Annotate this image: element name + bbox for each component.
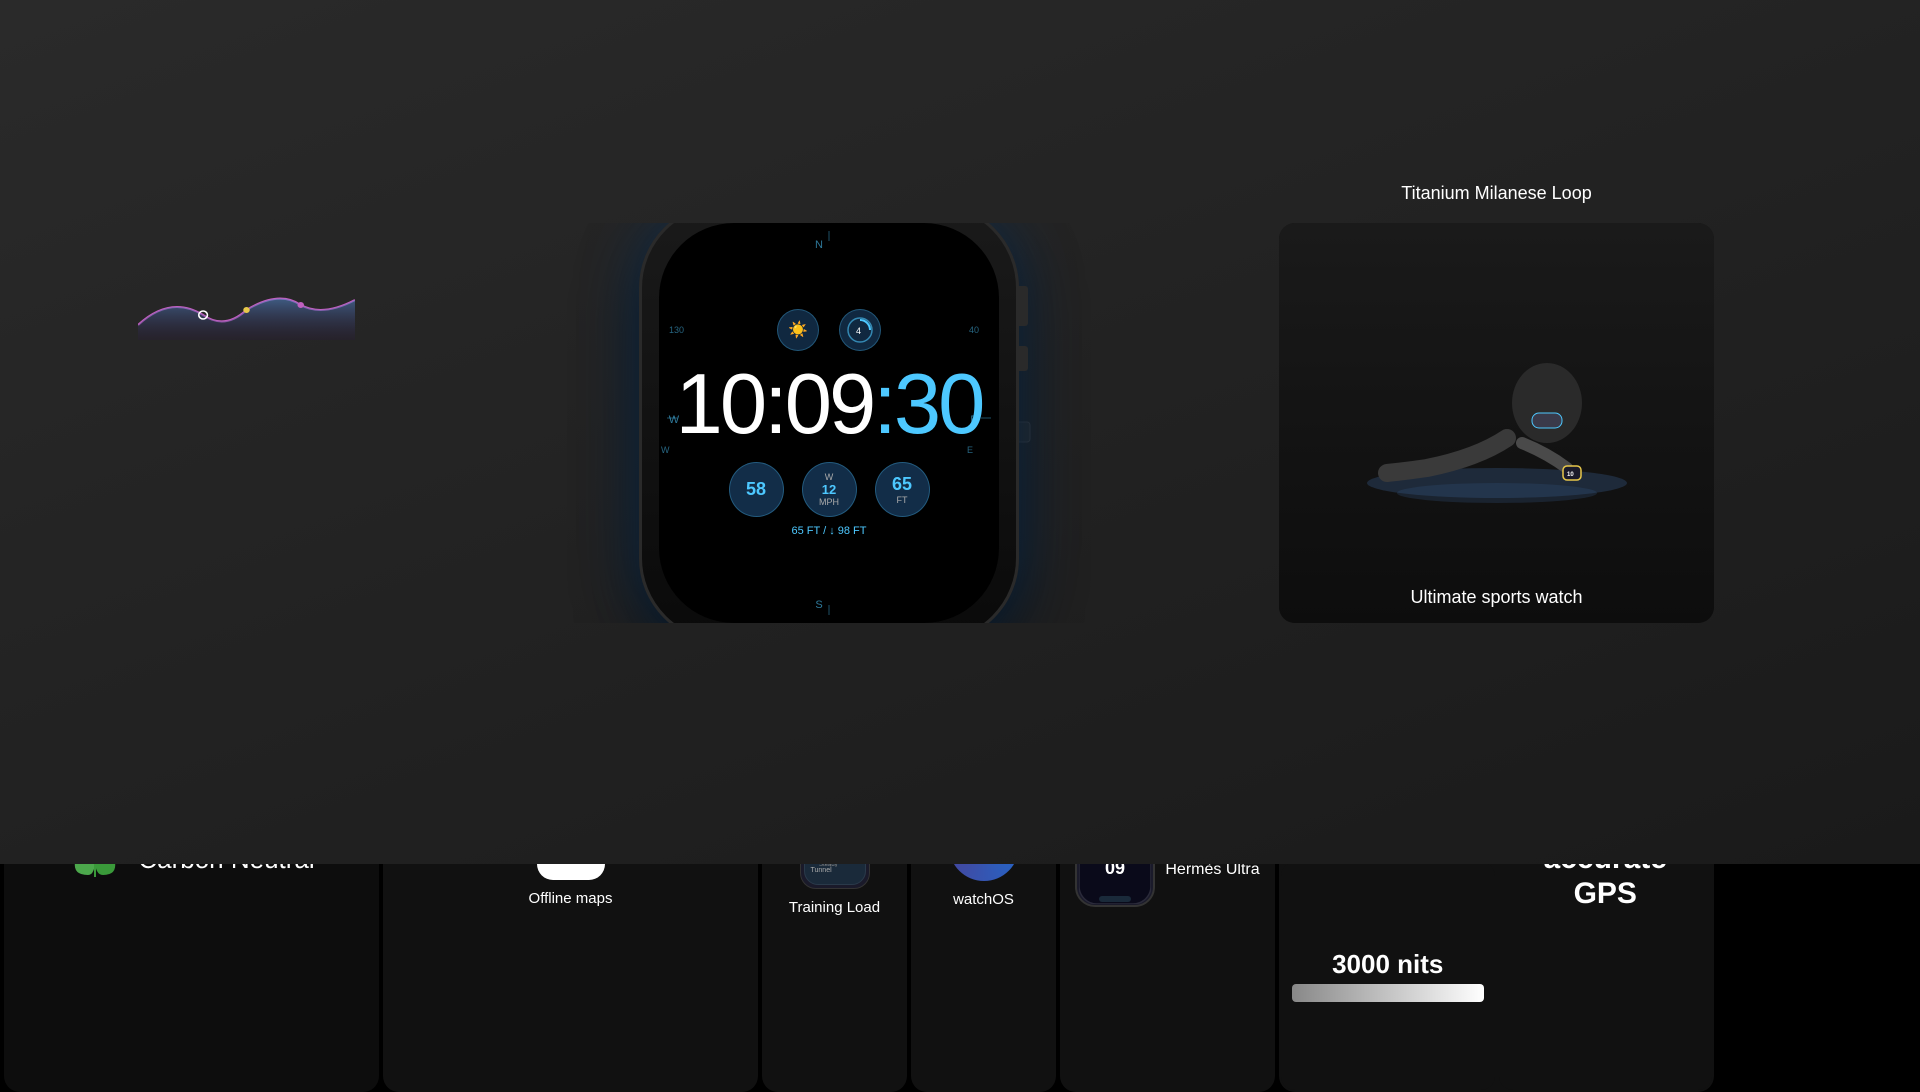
- comp-65ft-unit: FT: [897, 495, 908, 505]
- nits-bar: [1292, 984, 1484, 1002]
- watch-button: [1016, 346, 1028, 371]
- training-load-label: Training Load: [789, 899, 880, 916]
- nits-cell: 3000 nits: [1281, 862, 1495, 1091]
- watch-outer-shell: N E S W 130 W E: [639, 223, 1019, 623]
- comp-wind-label: W: [825, 472, 834, 482]
- swimmer-svg: 10: [1347, 283, 1647, 563]
- svg-text:10: 10: [1567, 472, 1574, 478]
- watch-depth: 65 FT / ↓ 98 FT: [792, 525, 867, 537]
- watch-seconds: :30: [873, 356, 982, 454]
- watch-crown: [1016, 286, 1028, 326]
- svg-text:W: W: [661, 445, 670, 455]
- tides-chart: [138, 285, 355, 340]
- comp-65ft: 65 FT: [875, 462, 930, 517]
- milanese-loop-cell: Titanium Milanese Loop: [1279, 4, 1714, 219]
- tides-chart-svg: [138, 285, 355, 340]
- bottom-complications: 58 W 12 MPH 65 FT: [729, 462, 930, 517]
- svg-text:40: 40: [969, 325, 979, 335]
- comp-65ft-val: 65: [892, 474, 912, 495]
- watchos-label: watchOS: [953, 891, 1014, 908]
- svg-text:S: S: [815, 599, 822, 611]
- swimmer-cell: 10 Ultimate sports watch: [1279, 223, 1714, 623]
- svg-text:130: 130: [669, 325, 684, 335]
- comp-wind-val: 12: [822, 482, 836, 497]
- training-label-mini: Tunnel: [811, 867, 859, 874]
- comp-dial: 4: [839, 309, 881, 351]
- comp-wind-unit: MPH: [819, 497, 839, 507]
- watch-main-time: 10:09: [676, 367, 874, 444]
- swimmer-title: Ultimate sports watch: [1410, 587, 1582, 608]
- nits-value: 3000 nits: [1332, 949, 1443, 980]
- milanese-title: Titanium Milanese Loop: [1401, 183, 1591, 204]
- dial-svg: 4: [845, 315, 875, 345]
- offline-maps-label: Offline maps: [529, 890, 613, 907]
- comp-58-val: 58: [746, 479, 766, 500]
- comp-sun: ☀️: [777, 309, 819, 351]
- comp-wind: W 12 MPH: [802, 462, 857, 517]
- swimmer-bg: 10: [1279, 223, 1714, 623]
- sun-icon: ☀️: [788, 320, 808, 340]
- watch-face-display: N E S W 130 W E: [659, 223, 999, 623]
- comp-58: 58: [729, 462, 784, 517]
- svg-text:N: N: [815, 239, 823, 251]
- svg-text:4: 4: [856, 326, 861, 336]
- watch-time-display: 10:09 :30: [676, 356, 983, 454]
- top-complications: ☀️ 4: [777, 309, 881, 351]
